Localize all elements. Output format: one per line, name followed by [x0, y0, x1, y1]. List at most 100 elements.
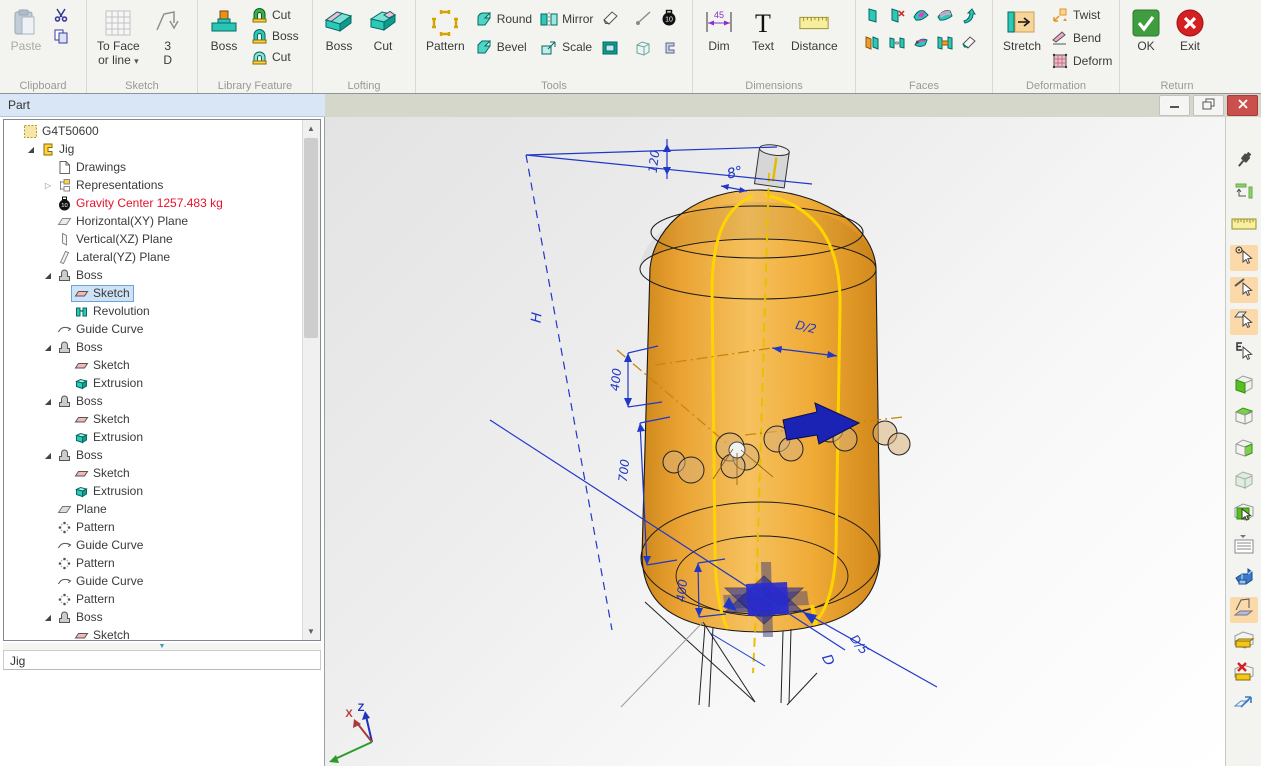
face-tool-face-delete[interactable] — [885, 7, 909, 29]
face-tool-surface-blend[interactable] — [933, 7, 957, 29]
tree-item-representations[interactable]: ▷ Representations — [4, 176, 303, 194]
tree-item-drawings[interactable]: Drawings — [4, 158, 303, 176]
tree-item-plane[interactable]: Plane — [4, 500, 303, 518]
view-tool-button-section-delete[interactable] — [1230, 661, 1258, 687]
svg-text:10: 10 — [666, 16, 674, 23]
tree-item-extrusion[interactable]: Extrusion — [4, 374, 303, 392]
wire-cube-button[interactable] — [631, 39, 655, 61]
erase-tool-button[interactable] — [598, 9, 622, 31]
lofting-boss-button[interactable]: Boss — [318, 3, 360, 57]
view-tool-button-snap-line[interactable] — [1230, 277, 1258, 303]
view-tool-button-pin[interactable] — [1230, 149, 1258, 175]
window-close-button[interactable] — [1227, 95, 1258, 116]
stretch-button[interactable]: Stretch — [998, 3, 1046, 57]
pattern-button[interactable]: Pattern — [421, 3, 470, 57]
tree-item-extrusion[interactable]: Extrusion — [4, 482, 303, 500]
view-tool-button-cube-select[interactable] — [1230, 501, 1258, 527]
face-tool-face-pair[interactable] — [861, 34, 885, 56]
view-tool-button-cube-pale[interactable] — [1230, 469, 1258, 495]
dim-diameter-label: D — [818, 652, 837, 669]
scale-button[interactable]: Scale — [537, 37, 596, 57]
measure-line-button[interactable] — [631, 9, 655, 31]
view-tool-button-display-list[interactable] — [1230, 533, 1258, 559]
tree-item-extrusion[interactable]: Extrusion — [4, 428, 303, 446]
tree-item-boss[interactable]: ◢ Boss — [4, 392, 303, 410]
view-tool-button-part-view[interactable] — [1230, 565, 1258, 591]
eraser-icon — [601, 9, 619, 32]
sketch-3d-button[interactable]: 3D — [147, 3, 189, 71]
face-tool-face-erase[interactable] — [957, 34, 981, 56]
tree-scrollbar[interactable]: ▲ ▼ — [302, 120, 320, 640]
round-button[interactable]: Round — [472, 9, 535, 29]
window-restore-button[interactable] — [1193, 95, 1224, 116]
sketch-to-face-button[interactable]: To Face or line ▾ — [92, 3, 145, 71]
face-tool-face[interactable] — [861, 7, 885, 29]
ok-button[interactable]: OK — [1125, 3, 1167, 57]
bend-button[interactable]: Bend — [1048, 28, 1115, 48]
library-cut-top-button[interactable]: Cut — [247, 5, 302, 25]
cut-button[interactable] — [49, 5, 73, 25]
distance-button[interactable]: Distance — [786, 3, 843, 57]
copy-button[interactable] — [49, 26, 73, 46]
exit-button[interactable]: Exit — [1169, 3, 1211, 57]
view-tool-button-cube-right[interactable] — [1230, 437, 1258, 463]
tree-item-boss[interactable]: ◢ Boss — [4, 446, 303, 464]
c-profile-button[interactable] — [657, 39, 681, 61]
view-tool-button-sketch-3d[interactable] — [1230, 597, 1258, 623]
view-tool-button-snap-element[interactable] — [1230, 341, 1258, 367]
tree-item-boss[interactable]: ◢ Boss — [4, 266, 303, 284]
library-cut-bottom-button[interactable]: Cut — [247, 47, 302, 67]
tree-item-jig[interactable]: ◢ Jig — [4, 140, 303, 158]
tree-item-guide-curve[interactable]: Guide Curve — [4, 572, 303, 590]
viewport-3d[interactable]: 120 8° H D/2 400 700 400 D D/5 Z X — [325, 117, 1225, 766]
face-tool-face-bridge[interactable] — [933, 34, 957, 56]
deform-button[interactable]: Deform — [1048, 51, 1115, 71]
face-tool-face-gap[interactable] — [885, 34, 909, 56]
tree-item-g4t50600[interactable]: G4T50600 — [4, 122, 303, 140]
tree-item-horizontal-xy-plane[interactable]: Horizontal(XY) Plane — [4, 212, 303, 230]
shaded-box-button[interactable] — [598, 39, 622, 61]
mirror-button[interactable]: Mirror — [537, 9, 596, 29]
view-tool-button-cube-top[interactable] — [1230, 405, 1258, 431]
scroll-down-button[interactable]: ▼ — [303, 623, 319, 640]
tree-item-pattern[interactable]: Pattern — [4, 590, 303, 608]
tree-item-boss[interactable]: ◢ Boss — [4, 338, 303, 356]
face-tool-bent-arrow[interactable] — [957, 7, 981, 29]
view-tool-button-cube-solid[interactable] — [1230, 373, 1258, 399]
window-minimize-button[interactable] — [1159, 95, 1190, 116]
weight-button[interactable]: 10 — [657, 9, 681, 31]
panel-splitter[interactable]: ▼ — [3, 643, 321, 650]
view-tool-button-view-rotate[interactable] — [1230, 181, 1258, 207]
view-tool-button-ruler[interactable] — [1230, 213, 1258, 239]
library-boss-small-button[interactable]: Boss — [247, 26, 302, 46]
tree-item-pattern[interactable]: Pattern — [4, 518, 303, 536]
tree-item-sketch[interactable]: Sketch — [4, 464, 303, 482]
face-tool-surface-patch[interactable] — [909, 7, 933, 29]
face-tool-surface-arrow[interactable] — [909, 34, 933, 56]
tree-item-pattern[interactable]: Pattern — [4, 554, 303, 572]
dim-button[interactable]: 45 Dim — [698, 3, 740, 57]
tree-item-revolution[interactable]: Revolution — [4, 302, 303, 320]
tree-item-gravity-center-1257-483-kg[interactable]: 10 Gravity Center 1257.483 kg — [4, 194, 303, 212]
view-tool-button-section-box[interactable] — [1230, 629, 1258, 655]
view-tool-button-snap-plane[interactable] — [1230, 309, 1258, 335]
tree-item-sketch[interactable]: Sketch — [4, 626, 303, 641]
library-boss-button[interactable]: Boss — [203, 3, 245, 57]
twist-button[interactable]: Twist — [1048, 5, 1115, 25]
scroll-thumb[interactable] — [304, 138, 318, 338]
scroll-up-button[interactable]: ▲ — [303, 120, 319, 137]
tree-item-boss[interactable]: ◢ Boss — [4, 608, 303, 626]
bevel-button[interactable]: Bevel — [472, 37, 535, 57]
tree-item-vertical-xz-plane[interactable]: Vertical(XZ) Plane — [4, 230, 303, 248]
tree-item-guide-curve[interactable]: Guide Curve — [4, 536, 303, 554]
tree-item-sketch[interactable]: Sketch — [4, 284, 303, 302]
view-tool-button-snap-center[interactable] — [1230, 245, 1258, 271]
tree-item-lateral-yz-plane[interactable]: Lateral(YZ) Plane — [4, 248, 303, 266]
tree-item-guide-curve[interactable]: Guide Curve — [4, 320, 303, 338]
lofting-cut-button[interactable]: Cut — [362, 3, 404, 57]
tree-item-sketch[interactable]: Sketch — [4, 410, 303, 428]
text-button[interactable]: T Text — [742, 3, 784, 57]
tree-item-sketch[interactable]: Sketch — [4, 356, 303, 374]
view-tool-button-export-view[interactable] — [1230, 693, 1258, 719]
paste-button[interactable]: Paste — [5, 3, 47, 57]
